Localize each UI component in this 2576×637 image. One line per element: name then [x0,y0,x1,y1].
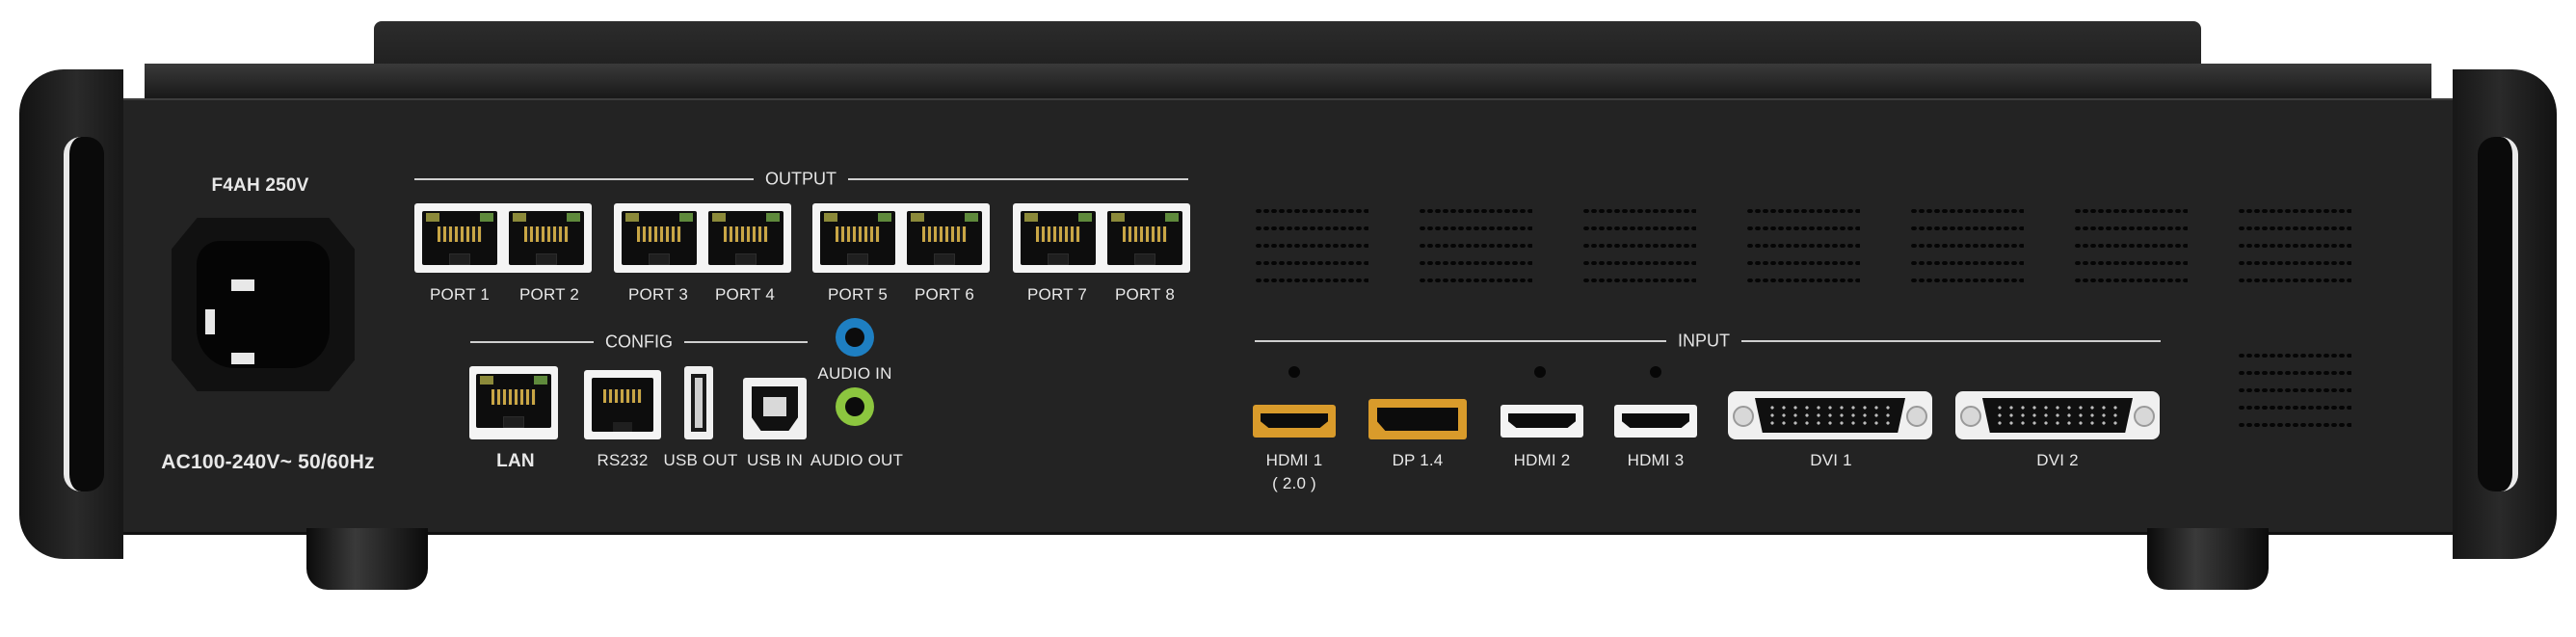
port-3-label: PORT 3 [628,285,688,304]
vent-grille-7 [2238,202,2351,289]
dp-label: DP 1.4 [1392,451,1444,469]
left-handle-grip [64,137,104,491]
right-foot [2147,528,2269,590]
rj45-port-7[interactable] [1021,211,1096,265]
rj45-port-8[interactable] [1107,211,1182,265]
lan-port[interactable] [469,366,558,439]
power-inlet[interactable] [172,218,355,391]
vent-grille-1 [1255,202,1368,289]
rj45-port-4[interactable] [708,211,783,265]
rj45-port-2[interactable] [509,211,584,265]
audio-out-jack[interactable] [836,387,874,426]
dvi2-port[interactable] [1955,391,2160,439]
port-5-label: PORT 5 [828,285,888,304]
port-8-label: PORT 8 [1115,285,1175,304]
hdmi2-label: HDMI 2 [1513,451,1571,469]
usb-in-label: USB IN [747,451,803,469]
hdmi3-port[interactable] [1614,405,1697,438]
usb-in-port[interactable] [743,378,807,439]
power-pin-bottom [231,353,254,364]
power-pin-top [231,279,254,291]
vent-grille-6 [2074,202,2188,289]
hdmi3-label: HDMI 3 [1627,451,1685,469]
hdmi2-indicator-dot [1534,366,1546,378]
audio-out-label: AUDIO OUT [810,451,904,469]
fuse-rating-label: F4AH 250V [211,175,309,196]
vent-grille-5 [1910,202,2024,289]
audio-in-label: AUDIO IN [817,364,892,383]
port-6-label: PORT 6 [915,285,974,304]
output-section-title: OUTPUT [754,169,848,190]
vent-grille-8 [2238,347,2351,434]
displayport-port[interactable] [1368,399,1467,439]
config-section-title: CONFIG [594,332,684,353]
dvi2-label: DVI 2 [2036,451,2079,469]
dvi1-port[interactable] [1728,391,1932,439]
vent-grille-3 [1582,202,1696,289]
port-7-label: PORT 7 [1027,285,1087,304]
port-2-label: PORT 2 [519,285,579,304]
output-port-group-3 [812,203,990,273]
rs232-port[interactable] [584,370,661,439]
output-port-group-2 [614,203,791,273]
left-rack-handle[interactable] [19,69,123,559]
port-1-label: PORT 1 [430,285,490,304]
hdmi1-indicator-dot [1288,366,1300,378]
usb-out-port[interactable] [684,366,713,439]
output-port-group-1 [414,203,592,273]
device-chassis [0,0,2576,637]
input-section-title: INPUT [1666,331,1741,352]
top-ridge [145,64,2431,102]
left-foot [306,528,428,590]
hdmi3-indicator-dot [1650,366,1661,378]
hdmi2-port[interactable] [1500,405,1583,438]
audio-in-jack[interactable] [836,318,874,357]
hdmi1-version-label: ( 2.0 ) [1272,474,1316,492]
right-rack-handle[interactable] [2453,69,2557,559]
right-handle-grip [2478,137,2518,491]
rs232-label: RS232 [597,451,649,469]
hdmi1-port[interactable] [1253,405,1336,438]
vent-grille-4 [1746,202,1860,289]
lan-label: LAN [496,451,535,471]
usb-out-label: USB OUT [663,451,738,469]
power-rating-label: AC100-240V~ 50/60Hz [161,451,375,473]
power-pin-earth [205,309,215,334]
rj45-port-5[interactable] [820,211,895,265]
rj45-port-6[interactable] [907,211,982,265]
rj45-port-1[interactable] [422,211,497,265]
rj45-port-3[interactable] [622,211,697,265]
hdmi1-label: HDMI 1 [1265,451,1323,469]
power-inlet-socket [197,241,330,368]
output-port-group-4 [1013,203,1190,273]
port-4-label: PORT 4 [715,285,775,304]
dvi1-label: DVI 1 [1810,451,1852,469]
vent-grille-2 [1419,202,1532,289]
